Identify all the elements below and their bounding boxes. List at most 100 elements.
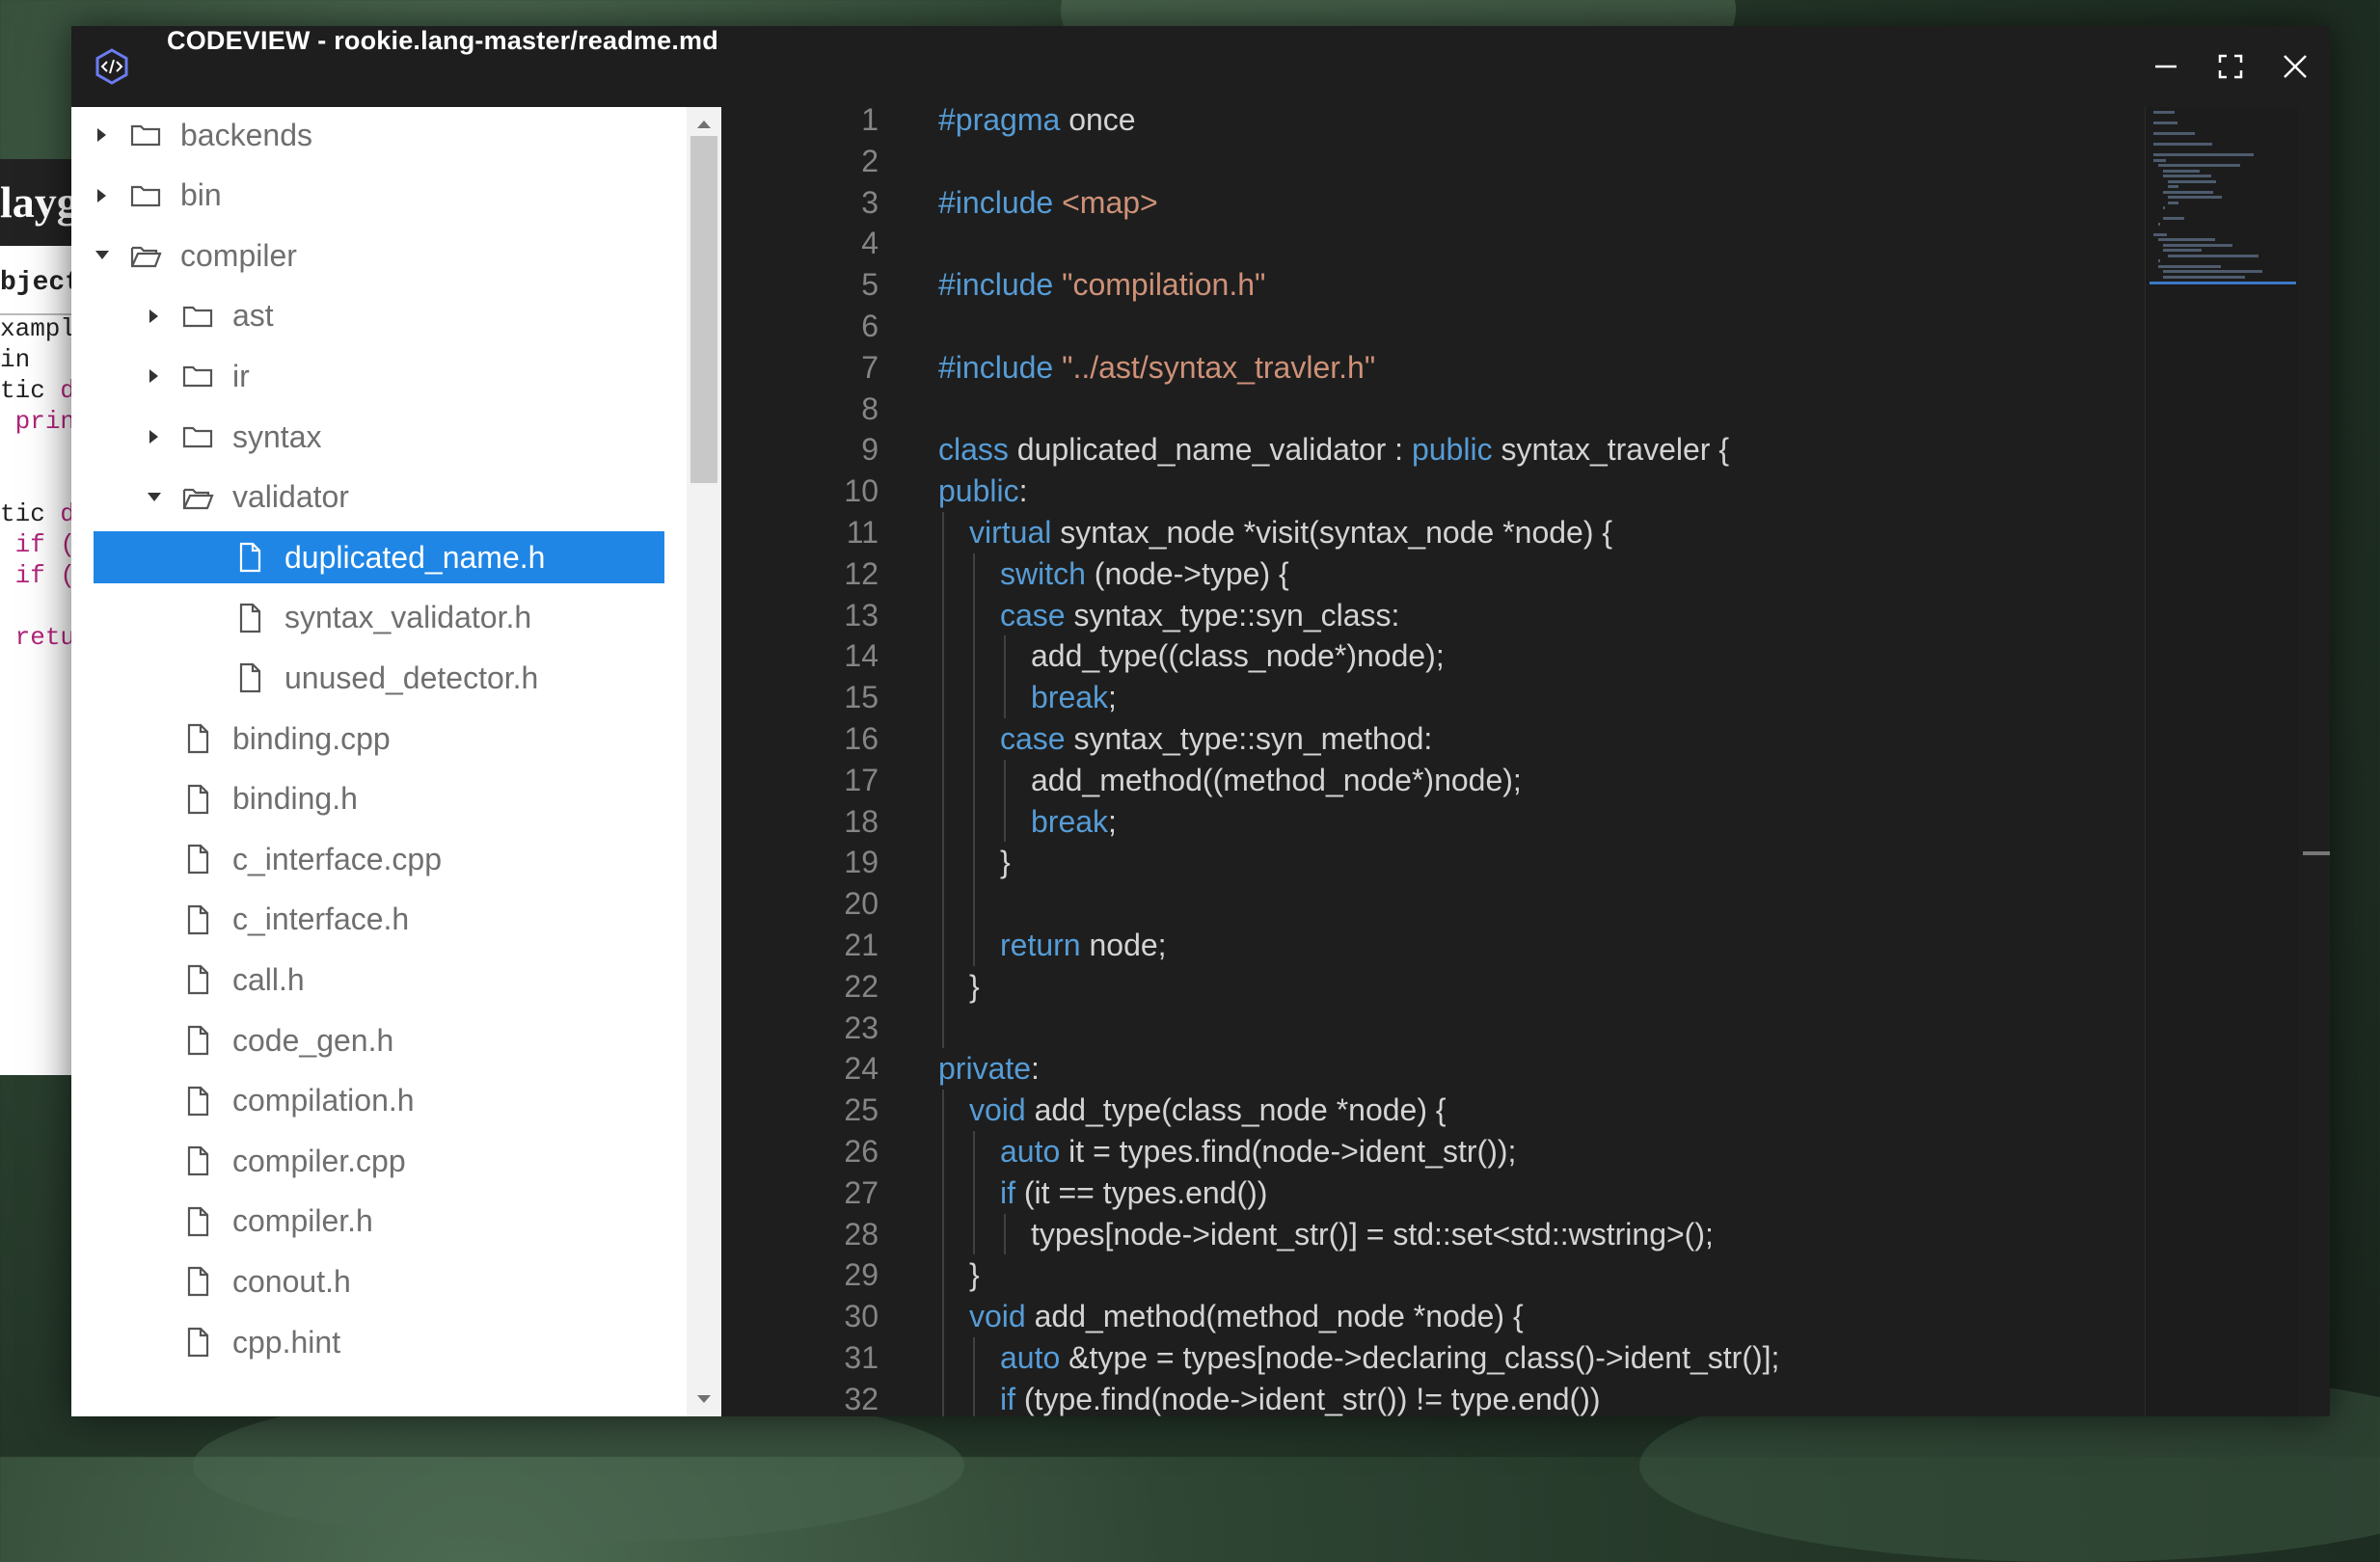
tree-item-call-h[interactable]: call.h — [71, 954, 721, 1006]
tree-item-c-interface-cpp[interactable]: c_interface.cpp — [71, 833, 721, 885]
minimap-line — [2163, 270, 2262, 273]
tree-item-cpp-hint[interactable]: cpp.hint — [71, 1316, 721, 1368]
tree-item-bin[interactable]: bin — [71, 170, 721, 222]
code-line[interactable]: void add_type(class_node *node) { — [969, 1090, 1447, 1131]
tree-item-syntax[interactable]: syntax — [71, 411, 721, 463]
line-number: 26 — [844, 1134, 879, 1169]
code-line[interactable]: #include "compilation.h" — [938, 264, 1265, 306]
tree-item-binding-cpp[interactable]: binding.cpp — [71, 713, 721, 765]
line-number: 16 — [844, 721, 879, 756]
code-line[interactable]: auto &type = types[node->declaring_class… — [1000, 1337, 1779, 1379]
tree-item-label: call.h — [232, 961, 305, 997]
code-editor[interactable]: 1 #pragma once 2 3 #include <map> 4 5 #include … — [721, 107, 2330, 1416]
minimize-button[interactable] — [2143, 43, 2189, 90]
tree-item-validator[interactable]: validator — [71, 471, 721, 524]
tree-item-compiler[interactable]: compiler — [71, 229, 721, 282]
minimap-line — [2168, 201, 2178, 204]
caret-down-icon[interactable] — [93, 246, 112, 265]
code-line[interactable]: #include <map> — [938, 182, 1158, 224]
code-keyword: case — [1000, 721, 1066, 756]
code-line[interactable]: break; — [1031, 677, 1117, 718]
line-number: 25 — [844, 1092, 879, 1128]
code-line[interactable]: add_type((class_node*)node); — [1031, 635, 1445, 677]
tree-item-unused-detector-h[interactable]: unused_detector.h — [71, 652, 721, 704]
tree-item-binding-h[interactable]: binding.h — [71, 773, 721, 825]
line-number: 13 — [844, 597, 879, 633]
scroll-thumb[interactable] — [690, 136, 717, 483]
tree-item-ir[interactable]: ir — [71, 350, 721, 402]
code-line[interactable]: add_method((method_node*)node); — [1031, 760, 1522, 801]
tree-item-c-interface-h[interactable]: c_interface.h — [71, 894, 721, 946]
code-line[interactable]: class duplicated_name_validator : public… — [938, 429, 1729, 471]
code-line[interactable]: } — [1000, 842, 1011, 883]
tree-item-compiler-cpp[interactable]: compiler.cpp — [71, 1135, 721, 1187]
maximize-button[interactable] — [2207, 43, 2254, 90]
background-code-text: tic — [0, 376, 61, 405]
code-line[interactable]: types[node->ident_str()] = std::set<std:… — [1031, 1214, 1714, 1255]
code-text: syntax_node *visit(syntax_node *node) { — [1051, 515, 1613, 550]
file-tree-scrollbar[interactable] — [687, 107, 721, 1416]
code-text: ; — [1108, 680, 1117, 715]
file-icon — [181, 1024, 214, 1057]
file-icon — [181, 1145, 214, 1177]
scroll-down-button[interactable] — [687, 1382, 721, 1416]
file-tree: backends bin compiler ast ir syntax validator d… — [71, 107, 721, 1416]
tree-item-compiler-h[interactable]: compiler.h — [71, 1196, 721, 1248]
code-line[interactable]: void add_method(method_node *node) { — [969, 1296, 1524, 1337]
tree-item-compilation-h[interactable]: compilation.h — [71, 1075, 721, 1127]
minimap[interactable] — [2145, 107, 2300, 1416]
code-string: <map> — [1062, 184, 1158, 220]
code-line[interactable]: } — [969, 966, 980, 1008]
line-number: 28 — [844, 1216, 879, 1252]
background-code-line: if ( — [0, 529, 72, 560]
background-code-line — [0, 437, 72, 468]
tree-item-backends[interactable]: backends — [71, 109, 721, 161]
caret-down-icon[interactable] — [145, 488, 164, 507]
editor-scrollbar[interactable] — [2299, 107, 2330, 1416]
code-line[interactable]: case syntax_type::syn_class: — [1000, 595, 1399, 636]
minimap-line — [2163, 275, 2245, 279]
code-keyword: auto — [1000, 1340, 1061, 1375]
code-line[interactable]: private: — [938, 1048, 1040, 1090]
caret-right-icon[interactable] — [145, 307, 164, 326]
line-number: 15 — [844, 680, 879, 715]
tree-item-code-gen-h[interactable]: code_gen.h — [71, 1014, 721, 1066]
tree-item-syntax-validator-h[interactable]: syntax_validator.h — [71, 592, 721, 644]
code-line[interactable]: break; — [1031, 801, 1117, 843]
minimap-line — [2163, 206, 2165, 209]
title-bar[interactable]: CODEVIEW - rookie.lang-master/readme.md — [71, 26, 2330, 107]
tree-item-ast[interactable]: ast — [71, 290, 721, 342]
line-number: 6 — [861, 309, 879, 343]
minimap-line — [2158, 222, 2160, 226]
close-button[interactable] — [2272, 43, 2318, 90]
code-keyword: case — [1000, 597, 1066, 633]
code-line[interactable]: } — [969, 1254, 980, 1296]
code-keyword: break — [1031, 803, 1109, 839]
code-line[interactable]: auto it = types.find(node->ident_str()); — [1000, 1131, 1516, 1172]
code-line[interactable]: if (it == types.end()) — [1000, 1172, 1267, 1214]
code-text: } — [969, 1257, 980, 1293]
code-line[interactable]: switch (node->type) { — [1000, 553, 1289, 595]
line-number: 29 — [844, 1257, 879, 1293]
tree-item-duplicated-name-h[interactable]: duplicated_name.h — [71, 531, 721, 584]
file-icon — [181, 722, 214, 755]
line-number: 4 — [861, 226, 879, 261]
code-line[interactable]: #pragma once — [938, 107, 1136, 141]
code-line[interactable]: virtual syntax_node *visit(syntax_node *… — [969, 512, 1612, 553]
minimap-line — [2163, 175, 2212, 177]
caret-right-icon[interactable] — [145, 366, 164, 386]
code-line[interactable]: #include "../ast/syntax_travler.h" — [938, 347, 1375, 389]
line-number: 12 — [844, 555, 879, 591]
code-line[interactable]: public: — [938, 471, 1028, 512]
code-line[interactable]: if (type.find(node->ident_str()) != type… — [1000, 1379, 1601, 1416]
tree-item-conout-h[interactable]: conout.h — [71, 1255, 721, 1307]
caret-right-icon[interactable] — [93, 186, 112, 205]
code-line[interactable]: case syntax_type::syn_method: — [1000, 718, 1432, 760]
line-number: 8 — [861, 390, 879, 426]
code-line[interactable]: return node; — [1000, 925, 1167, 966]
background-code-text — [0, 530, 15, 559]
caret-right-icon[interactable] — [145, 427, 164, 446]
caret-right-icon[interactable] — [93, 125, 112, 145]
file-icon — [233, 661, 266, 694]
